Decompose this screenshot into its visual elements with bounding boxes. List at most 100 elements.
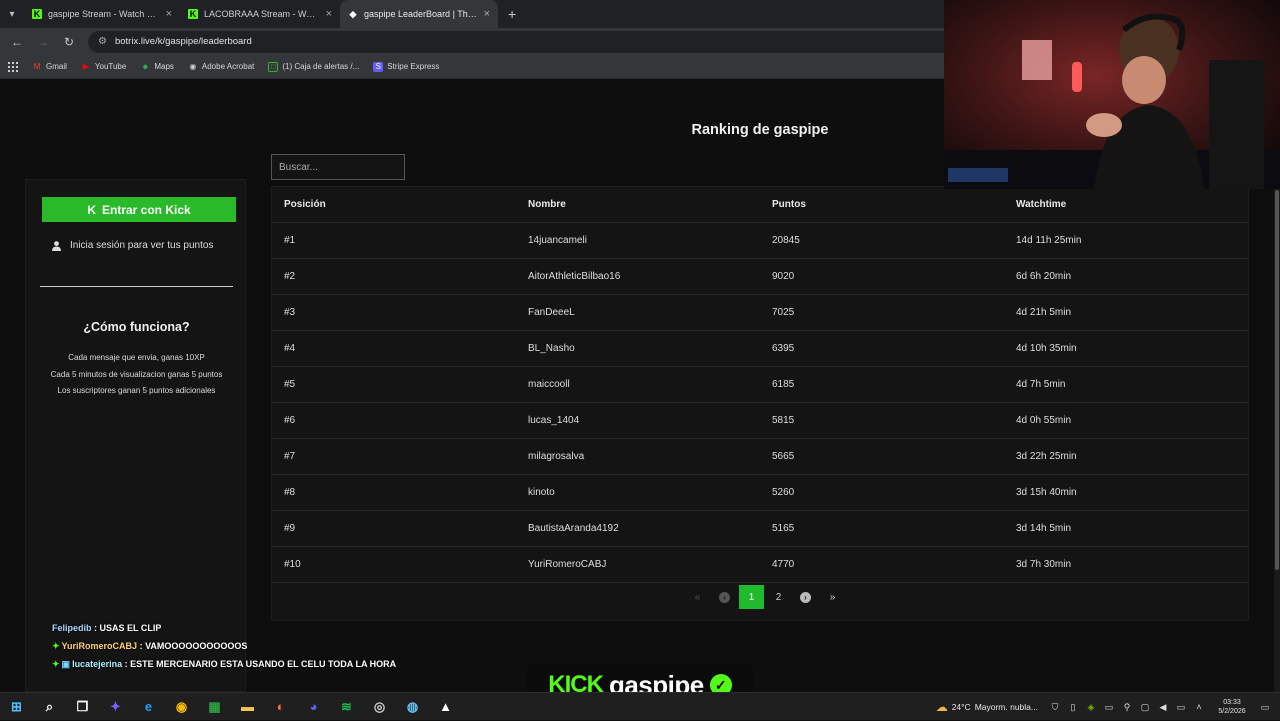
chat-username: Felipedib [52, 623, 92, 633]
previous-page-button[interactable]: ‹ [711, 585, 738, 609]
clock-time: 03:33 [1223, 699, 1241, 706]
leaderboard-table: Posición Nombre Puntos Watchtime #1 14jua… [271, 186, 1249, 621]
bookmark-alerts[interactable]: □ (1) Caja de alertas /... [268, 61, 359, 72]
browser-tab-1[interactable]: K gaspipe Stream - Watch Live on × [24, 0, 180, 28]
site-info-icon[interactable]: ⚙ [98, 36, 107, 47]
cell-points: 6185 [772, 379, 795, 390]
gmail-icon: M [33, 62, 41, 71]
rule-item: Los suscriptores ganan 5 puntos adiciona… [57, 386, 216, 395]
chevron-left-icon: ‹ [719, 591, 730, 603]
cell-watchtime: 3d 7h 30min [1016, 559, 1072, 570]
cell-points: 6395 [772, 343, 795, 354]
bookmark-youtube[interactable]: ▶ YouTube [81, 62, 127, 72]
column-header-watchtime: Watchtime [1016, 199, 1067, 210]
column-header-name: Nombre [528, 199, 566, 210]
cell-name: milagrosalva [528, 451, 585, 462]
task-view-taskbar-button[interactable]: ❐ [66, 693, 99, 721]
scrollbar-thumb[interactable] [1275, 190, 1279, 570]
cell-points: 7025 [772, 307, 795, 318]
reload-icon[interactable]: ↻ [58, 31, 80, 53]
chat-username: YuriRomeroCABJ [61, 641, 138, 651]
webcam-overlay [944, 0, 1280, 189]
bookmark-stripe[interactable]: S Stripe Express [373, 61, 439, 72]
edge-taskbar-button[interactable]: e [132, 693, 165, 721]
cell-position: #1 [284, 235, 296, 246]
tab-search-dropdown-icon[interactable]: ▾ [0, 0, 24, 28]
cell-position: #5 [284, 379, 296, 390]
cell-position: #2 [284, 271, 296, 282]
table-row: #2 AitorAthleticBilbao16 9020 6d 6h 20min [272, 259, 1248, 295]
game-app-taskbar-button[interactable]: ▲ [429, 693, 462, 721]
notifications-icon[interactable]: ▭ [1258, 702, 1272, 713]
column-header-position: Posición [284, 199, 326, 210]
copilot-taskbar-button[interactable]: ✦ [99, 693, 132, 721]
spotify-taskbar-button[interactable]: ≋ [330, 693, 363, 721]
bookmark-acrobat[interactable]: ◉ Adobe Acrobat [188, 62, 254, 72]
cell-points: 5665 [772, 451, 795, 462]
weather-icon: ☁ [935, 700, 948, 714]
nvidia-icon[interactable]: ◈ [1084, 702, 1098, 713]
close-tab-icon[interactable]: × [484, 8, 490, 20]
monitor-icon[interactable]: ▭ [1102, 702, 1116, 713]
close-tab-icon[interactable]: × [166, 8, 172, 20]
youtube-icon: ▶ [82, 62, 89, 71]
kick-icon: K [188, 9, 198, 19]
shield-icon[interactable]: ⛉ [1048, 702, 1062, 713]
close-tab-icon[interactable]: × [326, 8, 332, 20]
steam-taskbar-button[interactable]: ◍ [396, 693, 429, 721]
forward-arrow-icon[interactable]: → [32, 31, 54, 53]
cell-watchtime: 3d 15h 40min [1016, 487, 1077, 498]
browser-tab-3-active[interactable]: ◆ gaspipe LeaderBoard | The best × [340, 0, 498, 28]
volume-icon[interactable]: ◀ [1156, 702, 1170, 713]
tab-title: gaspipe Stream - Watch Live on [48, 9, 160, 19]
task-view-icon: ❐ [76, 698, 89, 714]
address-bar[interactable]: ⚙ botrix.live/k/gaspipe/leaderboard [88, 30, 958, 53]
steam-icon: ◍ [406, 698, 419, 714]
subscriber-badge-icon: ✦ [52, 659, 60, 669]
search-taskbar-button[interactable]: ⌕ [33, 693, 66, 721]
weather-temp[interactable]: 24°C [952, 702, 971, 712]
table-row: #10 YuriRomeroCABJ 4770 3d 7h 30min [272, 547, 1248, 583]
battery-icon[interactable]: ▯ [1066, 702, 1080, 713]
chrome-taskbar-button[interactable]: ◉ [165, 693, 198, 721]
login-hint: Inicia sesión para ver tus puntos [52, 240, 213, 251]
back-arrow-icon[interactable]: ← [6, 31, 28, 53]
clock[interactable]: 03:33 5/2/2026 [1210, 698, 1254, 716]
microphone-icon[interactable]: ⚲ [1120, 702, 1134, 713]
firefox-taskbar-button[interactable]: ◐ [264, 693, 297, 721]
file-explorer-taskbar-button[interactable]: ▬ [231, 693, 264, 721]
network-icon[interactable]: ▭ [1174, 702, 1188, 713]
login-with-kick-button[interactable]: K Entrar con Kick [42, 197, 236, 222]
last-page-button[interactable]: » [819, 585, 846, 609]
new-tab-button[interactable]: + [498, 6, 526, 22]
first-page-button[interactable]: « [684, 585, 711, 609]
table-row: #7 milagrosalva 5665 3d 22h 25min [272, 439, 1248, 475]
page-1-button[interactable]: 1 [739, 585, 764, 609]
obs-taskbar-button[interactable]: ◎ [363, 693, 396, 721]
cell-position: #3 [284, 307, 296, 318]
table-row: #8 kinoto 5260 3d 15h 40min [272, 475, 1248, 511]
store-icon: ▦ [208, 698, 221, 714]
bookmark-maps[interactable]: ⬥ Maps [140, 62, 174, 72]
rule-item: Cada mensaje que envia, ganas 10XP [68, 353, 205, 362]
page-2-button[interactable]: 2 [765, 585, 792, 609]
store-taskbar-button[interactable]: ▦ [198, 693, 231, 721]
chevron-up-icon[interactable]: ˄ [1192, 702, 1206, 712]
url-text: botrix.live/k/gaspipe/leaderboard [114, 36, 252, 47]
cell-position: #8 [284, 487, 296, 498]
weather-desc[interactable]: Mayorm. nubla... [975, 702, 1038, 712]
spotify-icon: ≋ [341, 698, 352, 714]
discord-taskbar-button[interactable]: ◕ [297, 693, 330, 721]
chat-message: ✦ ▣ lucatejerina : ESTE MERCENARIO ESTA US… [52, 655, 396, 673]
cell-watchtime: 6d 6h 20min [1016, 271, 1072, 282]
browser-tab-2[interactable]: K LACOBRAAA Stream - Watch Li × [180, 0, 340, 28]
app-tray-icon[interactable]: ▢ [1138, 702, 1152, 713]
search-input[interactable] [271, 154, 405, 180]
apps-grid-icon[interactable] [8, 61, 18, 72]
webcam-image [944, 0, 1280, 189]
page-title: Ranking de gaspipe [691, 122, 829, 138]
bookmark-gmail[interactable]: M Gmail [32, 62, 67, 72]
next-page-button[interactable]: › [792, 585, 819, 609]
windows-start-taskbar-button[interactable]: ⊞ [0, 693, 33, 721]
maps-icon: ⬥ [142, 61, 149, 71]
